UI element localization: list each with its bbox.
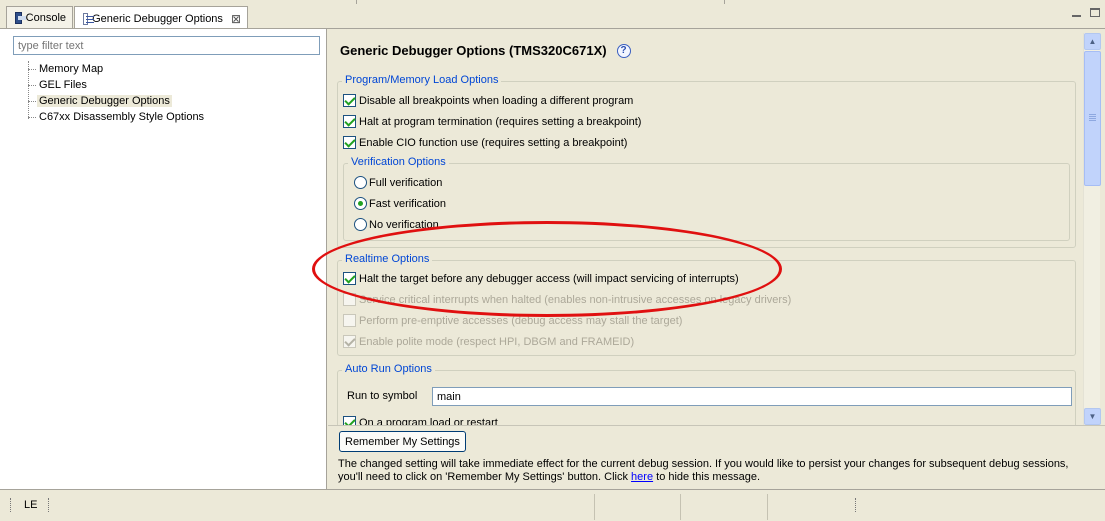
disable-breakpoints-checkbox[interactable] <box>343 94 356 107</box>
remember-my-settings-button[interactable]: Remember My Settings <box>339 431 466 452</box>
halt-at-termination-option[interactable]: Halt at program termination (requires se… <box>343 115 641 128</box>
maximize-icon[interactable] <box>1090 8 1100 17</box>
tab-console[interactable]: Console <box>6 6 73 29</box>
polite-mode-checkbox <box>343 335 356 348</box>
status-divider <box>594 494 595 520</box>
close-icon[interactable]: ⊠ <box>231 13 241 25</box>
polite-mode-option: Enable polite mode (respect HPI, DBGM an… <box>343 335 634 348</box>
console-icon <box>15 12 26 24</box>
page-title-text: Generic Debugger Options (TMS320C671X) <box>340 43 607 58</box>
vertical-scrollbar[interactable]: ▲ ▼ <box>1083 33 1101 425</box>
enable-cio-option[interactable]: Enable CIO function use (requires settin… <box>343 136 627 149</box>
tab-bar: Console Generic Debugger Options ⊠ <box>0 0 1105 30</box>
option-label: Fast verification <box>369 197 447 210</box>
realtime-legend: Realtime Options <box>342 253 433 265</box>
halt-before-access-checkbox[interactable] <box>343 272 356 285</box>
tab-console-label: Console <box>25 12 66 24</box>
tree-item-label: GEL Files <box>39 79 87 91</box>
scrollbar-thumb[interactable] <box>1084 51 1101 186</box>
service-critical-interrupts-checkbox <box>343 293 356 306</box>
full-verification-option[interactable]: Full verification <box>354 176 442 189</box>
tab-generic-debugger-options[interactable]: Generic Debugger Options ⊠ <box>74 6 248 30</box>
auto-run-legend: Auto Run Options <box>342 363 435 375</box>
option-label: Enable polite mode (respect HPI, DBGM an… <box>359 335 635 348</box>
filter-input[interactable] <box>13 36 320 55</box>
navigation-pane: Memory Map GEL Files Generic Debugger Op… <box>0 29 327 489</box>
preemptive-accesses-checkbox <box>343 314 356 327</box>
options-icon <box>83 12 95 25</box>
option-label: Enable CIO function use (requires settin… <box>359 136 628 149</box>
program-load-restart-option[interactable]: On a program load or restart <box>343 416 498 425</box>
page-title: Generic Debugger Options (TMS320C671X) ? <box>340 43 631 58</box>
program-load-restart-checkbox[interactable] <box>343 416 356 425</box>
run-to-symbol-label: Run to symbol <box>347 390 418 402</box>
top-divider <box>724 0 725 4</box>
option-label: Halt at program termination (requires se… <box>359 115 642 128</box>
top-divider <box>356 0 357 4</box>
options-scroll-area: Generic Debugger Options (TMS320C671X) ?… <box>328 29 1083 425</box>
preemptive-accesses-option: Perform pre-emptive accesses (debug acce… <box>343 314 682 327</box>
halt-at-termination-checkbox[interactable] <box>343 115 356 128</box>
verification-group: Verification Options Full verification F… <box>343 156 1070 241</box>
option-label: Full verification <box>369 176 443 189</box>
tree-item-gel-files[interactable]: GEL Files <box>24 77 206 93</box>
halt-before-access-option[interactable]: Halt the target before any debugger acce… <box>343 272 739 285</box>
option-label: Service critical interrupts when halted … <box>359 293 792 306</box>
realtime-group: Realtime Options Halt the target before … <box>337 253 1076 356</box>
status-divider <box>767 494 768 520</box>
info-message: The changed setting will take immediate … <box>338 458 1078 484</box>
program-load-legend: Program/Memory Load Options <box>342 74 502 86</box>
tree-item-label: Generic Debugger Options <box>37 95 172 107</box>
service-critical-interrupts-option: Service critical interrupts when halted … <box>343 293 791 306</box>
fast-verification-radio[interactable] <box>354 197 367 210</box>
option-label: Disable all breakpoints when loading a d… <box>359 94 634 107</box>
status-endianness: LE <box>24 499 38 511</box>
status-grip-icon <box>855 498 857 512</box>
auto-run-group: Auto Run Options Run to symbol On a prog… <box>337 363 1076 425</box>
status-bar: LE <box>0 489 1105 521</box>
info-message-suffix: to hide this message. <box>653 471 761 483</box>
options-tree: Memory Map GEL Files Generic Debugger Op… <box>24 61 206 125</box>
tree-item-label: Memory Map <box>39 63 104 75</box>
fast-verification-option[interactable]: Fast verification <box>354 197 446 210</box>
enable-cio-checkbox[interactable] <box>343 136 356 149</box>
no-verification-radio[interactable] <box>354 218 367 231</box>
tree-item-label: C67xx Disassembly Style Options <box>39 111 205 123</box>
hide-message-link[interactable]: here <box>631 471 653 483</box>
scroll-down-arrow-icon[interactable]: ▼ <box>1084 408 1101 425</box>
status-divider <box>680 494 681 520</box>
option-label: On a program load or restart <box>359 416 498 426</box>
tree-item-generic-debugger-options[interactable]: Generic Debugger Options <box>24 93 206 109</box>
scroll-up-arrow-icon[interactable]: ▲ <box>1084 33 1101 50</box>
grip-icon <box>1089 114 1096 115</box>
no-verification-option[interactable]: No verification <box>354 218 439 231</box>
run-to-symbol-input[interactable] <box>432 387 1072 406</box>
program-load-group: Program/Memory Load Options Disable all … <box>337 74 1076 248</box>
tab-generic-debugger-options-label: Generic Debugger Options <box>92 12 223 25</box>
tree-item-memory-map[interactable]: Memory Map <box>24 61 206 77</box>
full-verification-radio[interactable] <box>354 176 367 189</box>
verification-legend: Verification Options <box>348 156 449 168</box>
pane-separator <box>328 425 1105 426</box>
status-grip-icon <box>10 498 12 512</box>
help-icon[interactable]: ? <box>616 43 631 58</box>
options-pane: Generic Debugger Options (TMS320C671X) ?… <box>328 29 1105 489</box>
disable-breakpoints-option[interactable]: Disable all breakpoints when loading a d… <box>343 94 633 107</box>
status-grip-icon <box>48 498 50 512</box>
option-label: Perform pre-emptive accesses (debug acce… <box>359 314 683 327</box>
option-label: Halt the target before any debugger acce… <box>359 272 739 285</box>
tree-item-c67xx-disassembly-style[interactable]: C67xx Disassembly Style Options <box>24 109 206 125</box>
option-label: No verification <box>369 218 439 231</box>
